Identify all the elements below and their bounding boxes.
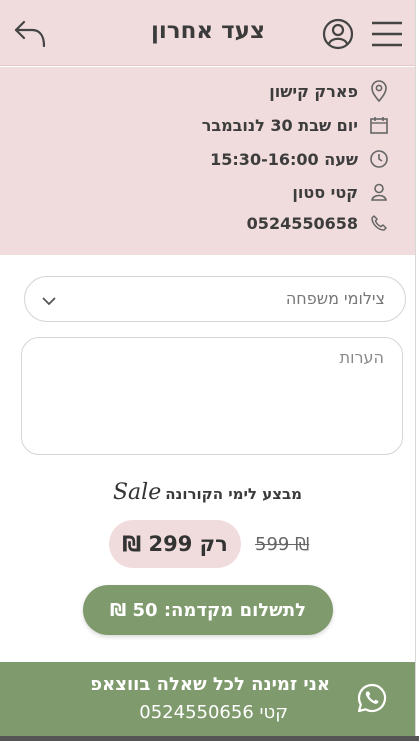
bottom-edge [0, 736, 419, 741]
phone-icon [366, 210, 392, 236]
info-phone-row: 0524550658 [247, 209, 392, 237]
info-phone[interactable]: 0524550658 [247, 214, 358, 233]
info-location: פארק קישון [269, 81, 358, 101]
booking-info-panel: פארק קישון יום שבת 30 לנובמבר שעה 15:30-… [0, 67, 415, 255]
user-circle-icon [322, 18, 354, 50]
info-time: שעה 15:30-16:00 [210, 149, 358, 169]
hamburger-menu-icon [372, 21, 402, 47]
new-price: רק 299 ₪ [122, 532, 228, 556]
notes-field[interactable] [21, 337, 403, 455]
chevron-down-icon [42, 297, 56, 306]
info-location-row: פארק קישון [269, 77, 392, 105]
info-date: יום שבת 30 לנובמבר [201, 115, 358, 135]
promo-banner: מבצע לימי הקורונה Sale [0, 480, 415, 505]
whatsapp-line-2: קטי 0524550656 [139, 702, 288, 723]
person-icon [366, 179, 392, 205]
clock-icon [366, 146, 392, 172]
service-select-value: צילומי משפחה [285, 289, 385, 308]
pay-deposit-button[interactable]: לתשלום מקדמה: 50 ₪ [83, 585, 333, 635]
whatsapp-contact-bar[interactable]: אני זמינה לכל שאלה בווצאפ קטי 0524550656 [0, 662, 415, 736]
header: צעד אחרון [0, 0, 415, 66]
info-contact-name: קטי סטון [292, 182, 358, 202]
promo-text: מבצע לימי הקורונה [165, 485, 303, 503]
app-frame: צעד אחרון פארק קישון יום שבת 30 לנובמבר … [0, 0, 416, 736]
new-price-pill: רק 299 ₪ [109, 520, 241, 568]
service-select[interactable]: צילומי משפחה [24, 276, 406, 322]
sale-word: Sale [112, 480, 162, 505]
whatsapp-icon [357, 683, 387, 713]
info-time-row: שעה 15:30-16:00 [210, 145, 392, 173]
profile-button[interactable] [322, 18, 354, 50]
info-contact-row: קטי סטון [292, 178, 392, 206]
whatsapp-line-1: אני זמינה לכל שאלה בווצאפ [90, 674, 330, 695]
old-price: 599 ₪ [255, 534, 310, 555]
menu-button[interactable] [370, 18, 404, 50]
map-pin-icon [366, 78, 392, 104]
calendar-icon [366, 112, 392, 138]
info-date-row: יום שבת 30 לנובמבר [202, 111, 392, 139]
